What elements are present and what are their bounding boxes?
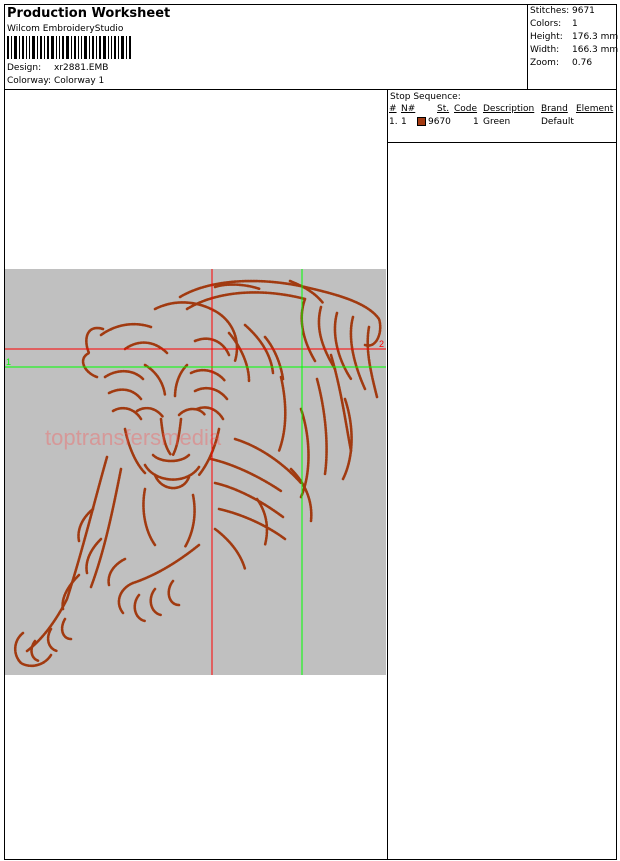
col-header-element: Element: [576, 104, 614, 114]
watermark-text: toptransfersmedia: [45, 425, 222, 450]
marker-2: 2: [379, 339, 384, 349]
row-brand: Default: [541, 117, 574, 127]
stat-label: Width:: [530, 45, 560, 55]
stat-label: Colors:: [530, 19, 562, 29]
stat-value: 166.3 mm: [572, 45, 619, 55]
colorway-field: Colorway: Colorway 1: [7, 75, 104, 87]
col-header-stitches: St.: [437, 104, 450, 114]
thread-color-swatch: [417, 117, 426, 126]
design-field: Design: xr2881.EMB: [7, 62, 108, 74]
tiger-embroidery-design: toptransfersmedia 1 2: [5, 269, 386, 675]
tiger-outline: [13, 279, 382, 668]
stat-stitches: Stitches: 9671: [530, 6, 595, 16]
design-value: xr2881.EMB: [54, 63, 109, 73]
stat-label: Height:: [530, 32, 563, 42]
stat-value: 176.3 mm: [572, 32, 619, 42]
colorway-value: Colorway 1: [54, 76, 105, 86]
row-num: 1.: [389, 117, 398, 127]
worksheet: Production Worksheet Wilcom EmbroiderySt…: [4, 4, 618, 860]
worksheet-header: Production Worksheet Wilcom EmbroiderySt…: [5, 5, 618, 90]
row-needle: 1: [401, 117, 407, 127]
stat-colors: Colors: 1: [530, 19, 578, 29]
stat-label: Stitches:: [530, 6, 570, 16]
col-header-code: Code: [454, 104, 478, 114]
stop-sequence-panel: Stop Sequence: # N# St. Code Description…: [387, 89, 617, 859]
stop-sequence-title: Stop Sequence:: [390, 92, 461, 102]
stat-value: 0.76: [572, 58, 593, 68]
stat-value: 1: [572, 19, 578, 29]
design-preview: toptransfersmedia 1 2: [5, 269, 386, 675]
worksheet-title: Production Worksheet: [7, 6, 171, 21]
design-label: Design:: [7, 63, 42, 73]
row-code: 9670: [428, 117, 451, 127]
col-header-description: Description: [483, 104, 535, 114]
stat-zoom: Zoom: 0.76: [530, 58, 592, 68]
col-header-brand: Brand: [541, 104, 568, 114]
barcode: [7, 36, 131, 59]
stat-height: Height: 176.3 mm: [530, 32, 618, 42]
company-name: Wilcom EmbroideryStudio: [7, 24, 124, 34]
row-stop: 1: [473, 117, 479, 127]
stat-width: Width: 166.3 mm: [530, 45, 618, 55]
stats-panel: Stitches: 9671 Colors: 1 Height: 176.3 mm W…: [527, 5, 618, 89]
stat-label: Zoom:: [530, 58, 559, 68]
stat-value: 9671: [572, 6, 595, 16]
colorway-label: Colorway:: [7, 76, 52, 86]
col-header-num: #: [389, 104, 397, 114]
table-divider: [388, 142, 617, 143]
marker-1: 1: [6, 357, 11, 367]
row-description: Green: [483, 117, 511, 127]
col-header-needle: N#: [401, 104, 416, 114]
